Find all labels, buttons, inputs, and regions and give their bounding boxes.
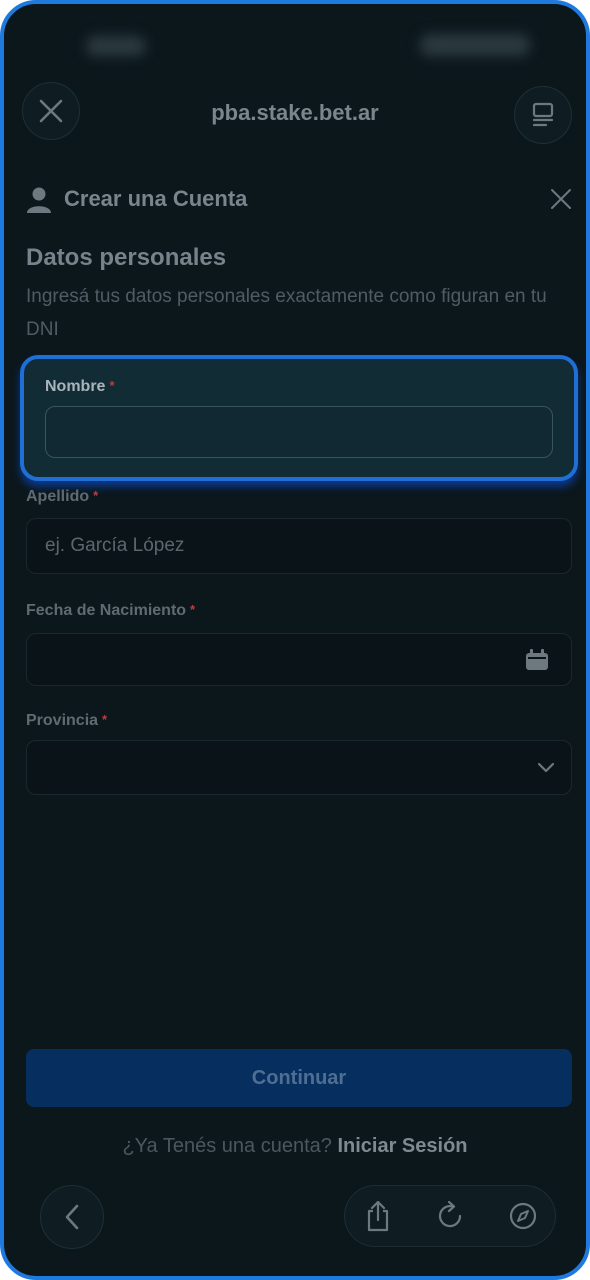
section-description: Ingresá tus datos personales exactamente… — [26, 286, 547, 340]
browser-back-button[interactable] — [40, 1185, 104, 1249]
nombre-label: Nombre * — [45, 378, 115, 395]
apellido-label: Apellido * — [26, 488, 99, 505]
compass-button[interactable] — [507, 1200, 539, 1232]
calendar-icon[interactable] — [525, 649, 549, 671]
provincia-label: Provincia * — [26, 712, 108, 729]
browser-toolbar — [344, 1185, 556, 1247]
share-icon — [367, 1200, 389, 1232]
user-icon — [27, 187, 51, 213]
compass-icon — [509, 1202, 537, 1230]
status-bar — [4, 4, 586, 84]
provincia-select[interactable] — [26, 740, 572, 795]
nombre-input[interactable] — [45, 406, 553, 458]
chevron-left-icon — [65, 1204, 79, 1230]
chevron-down-icon — [537, 762, 555, 773]
section-title: Datos personales — [26, 244, 227, 271]
phone-frame: pba.stake.bet.ar Crear una Cuenta Datos … — [0, 0, 590, 1280]
fecha-label: Fecha de Nacimiento * — [26, 602, 196, 619]
continue-button[interactable]: Continuar — [26, 1049, 572, 1107]
login-link[interactable]: Iniciar Sesión — [337, 1135, 467, 1157]
share-button[interactable] — [362, 1200, 394, 1232]
login-prompt-row: ¿Ya Tenés una cuenta? Iniciar Sesión — [4, 1135, 586, 1158]
apellido-input[interactable]: ej. García López — [26, 518, 572, 574]
browser-url[interactable]: pba.stake.bet.ar — [4, 100, 586, 126]
close-icon[interactable] — [550, 188, 572, 210]
status-icons-blurred — [420, 34, 530, 56]
nombre-field-highlight: Nombre * — [20, 355, 578, 481]
reload-button[interactable] — [434, 1200, 466, 1232]
browser-tabs-button[interactable] — [514, 86, 572, 144]
tabs-icon — [532, 102, 554, 127]
login-prompt: ¿Ya Tenés una cuenta? — [122, 1135, 332, 1157]
modal-title: Crear una Cuenta — [64, 186, 248, 211]
status-time-blurred — [86, 36, 146, 56]
fecha-input[interactable] — [26, 633, 572, 686]
modal-header: Crear una Cuenta — [26, 184, 572, 214]
reload-icon — [438, 1201, 462, 1228]
